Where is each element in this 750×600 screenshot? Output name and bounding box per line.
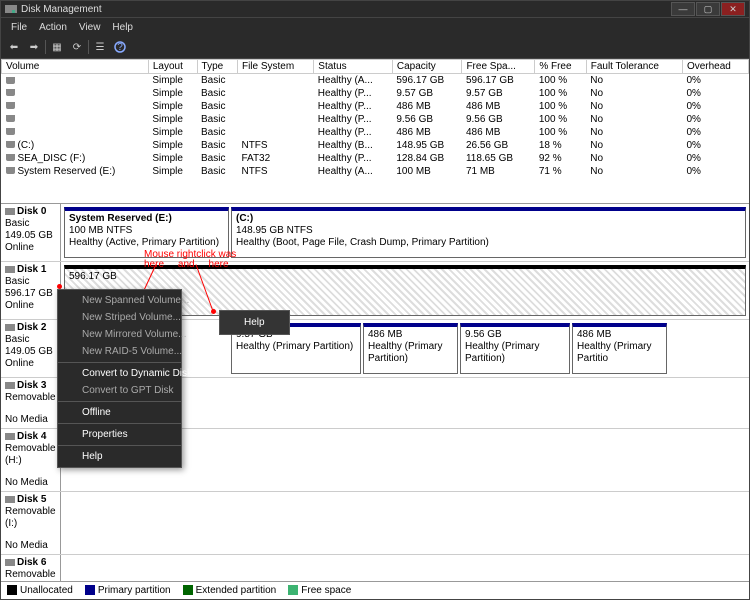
menu-item: New Mirrored Volume... [58,326,181,343]
annotation-text: here and here [144,259,229,270]
annotation-dot [211,309,216,314]
disk-graphic-pane: Disk 0 Basic 149.05 GB Online System Res… [1,204,749,581]
partition[interactable]: 486 MBHealthy (Primary Partitio [572,323,667,374]
legend-item: Free space [288,585,351,596]
menu-item[interactable]: Properties [58,426,181,443]
column-header[interactable]: File System [237,60,313,74]
titlebar: Disk Management — ▢ ✕ [0,0,750,18]
disk-label: Disk 2 Basic 149.05 GB Online [1,320,61,377]
menu-item[interactable]: Help [58,448,181,465]
column-header[interactable]: Volume [2,60,149,74]
menu-item[interactable]: Convert to Dynamic Disk... [58,365,181,382]
volume-row[interactable]: SimpleBasicHealthy (P...9.57 GB9.57 GB10… [2,87,749,100]
menu-separator [58,362,181,363]
partition[interactable]: 486 MBHealthy (Primary Partition) [363,323,458,374]
separator [45,40,46,54]
context-menu: New Spanned Volume...New Striped Volume.… [57,289,182,468]
view-icon[interactable]: ▦ [48,38,66,56]
disk-row-5[interactable]: Disk 5 Removable (I:) No Media [1,492,749,555]
disk-row-6[interactable]: Disk 6 Removable (J:) No Media [1,555,749,581]
column-header[interactable]: Type [197,60,237,74]
menu-item: New Striped Volume... [58,309,181,326]
volume-row[interactable]: System Reserved (E:)SimpleBasicNTFSHealt… [2,165,749,178]
column-header[interactable]: Fault Tolerance [586,60,682,74]
volume-row[interactable]: SimpleBasicHealthy (A...596.17 GB596.17 … [2,74,749,87]
menu-action[interactable]: Action [33,22,73,33]
partition-c[interactable]: (C:) 148.95 GB NTFS Healthy (Boot, Page … [231,207,746,258]
disk-label: Disk 4 Removable (H:) No Media [1,429,61,491]
disk-icon [5,208,15,215]
minimize-button[interactable]: — [671,2,695,16]
volume-table: VolumeLayoutTypeFile SystemStatusCapacit… [1,59,749,178]
menu-separator [58,401,181,402]
volume-row[interactable]: SimpleBasicHealthy (P...486 MB486 MB100 … [2,126,749,139]
menu-item[interactable]: Offline [58,404,181,421]
column-header[interactable]: Status [314,60,393,74]
disk-icon [5,496,15,503]
legend: Unallocated Primary partition Extended par… [1,581,749,599]
volume-list-pane: VolumeLayoutTypeFile SystemStatusCapacit… [1,59,749,204]
column-header[interactable]: Capacity [392,60,462,74]
no-media [64,495,746,551]
disk-row-0[interactable]: Disk 0 Basic 149.05 GB Online System Res… [1,204,749,262]
disk-label: Disk 1 Basic 596.17 GB Online [1,262,61,319]
menu-item: Convert to GPT Disk [58,382,181,399]
disk-icon [5,324,15,331]
svg-text:?: ? [117,42,123,53]
volume-row[interactable]: SimpleBasicHealthy (P...9.56 GB9.56 GB10… [2,113,749,126]
volume-row[interactable]: SimpleBasicHealthy (P...486 MB486 MB100 … [2,100,749,113]
volume-row[interactable]: (C:)SimpleBasicNTFSHealthy (B...148.95 G… [2,139,749,152]
column-header[interactable]: Layout [148,60,197,74]
content-area: VolumeLayoutTypeFile SystemStatusCapacit… [0,58,750,600]
column-header[interactable]: % Free [535,60,586,74]
menu-view[interactable]: View [73,22,107,33]
submenu-help[interactable]: Help [219,310,290,335]
app-icon [5,3,17,15]
toolbar: ⬅ ➡ ▦ ⟳ ☰ ? [0,36,750,58]
disk-icon [5,266,15,273]
refresh-icon[interactable]: ⟳ [68,38,86,56]
disk-icon [5,433,15,440]
titlebar-title: Disk Management [21,4,102,15]
column-header[interactable]: Free Spa... [462,60,535,74]
disk-label: Disk 3 Removable No Media [1,378,61,428]
menu-separator [58,423,181,424]
list-icon[interactable]: ☰ [91,38,109,56]
disk-label: Disk 5 Removable (I:) No Media [1,492,61,554]
disk-label: Disk 6 Removable (J:) No Media [1,555,61,581]
no-media [64,558,746,581]
close-button[interactable]: ✕ [721,2,745,16]
help-icon[interactable]: ? [111,38,129,56]
menu-help[interactable]: Help [106,22,139,33]
legend-item: Extended partition [183,585,277,596]
forward-icon[interactable]: ➡ [25,38,43,56]
legend-item: Primary partition [85,585,171,596]
menu-file[interactable]: File [5,22,33,33]
menu-item: New RAID-5 Volume... [58,343,181,360]
back-icon[interactable]: ⬅ [5,38,23,56]
legend-item: Unallocated [7,585,73,596]
menubar: File Action View Help [0,18,750,36]
partition[interactable]: 9.56 GBHealthy (Primary Partition) [460,323,570,374]
menu-item: New Spanned Volume... [58,292,181,309]
disk-label: Disk 0 Basic 149.05 GB Online [1,204,61,261]
maximize-button[interactable]: ▢ [696,2,720,16]
disk-icon [5,382,15,389]
disk-icon [5,559,15,566]
separator [88,40,89,54]
menu-separator [58,445,181,446]
volume-row[interactable]: SEA_DISC (F:)SimpleBasicFAT32Healthy (P.… [2,152,749,165]
column-header[interactable]: Overhead [682,60,748,74]
